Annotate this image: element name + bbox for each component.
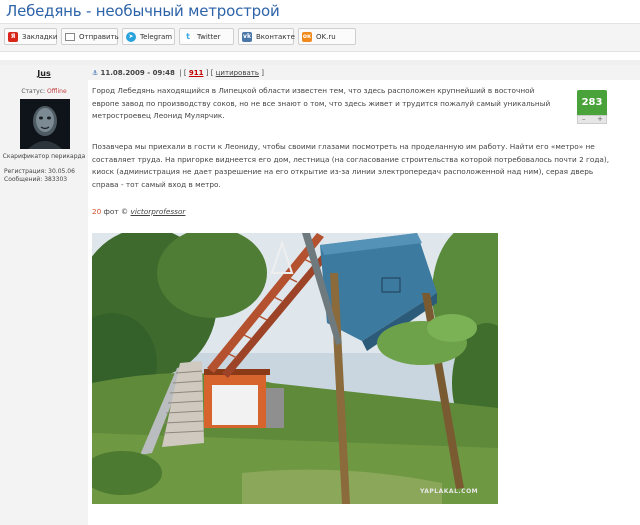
okru-button[interactable]: ок OK.ru — [298, 28, 356, 45]
rating-value: 283 — [577, 90, 607, 115]
photos-credit: 20 фот © victorprofessor — [92, 207, 185, 216]
status-value: Offline — [46, 88, 67, 95]
twitter-icon: t — [183, 32, 193, 42]
send-label: Отправить — [79, 33, 119, 41]
user-role: Скарификатор перикарда — [2, 153, 86, 160]
post-photo[interactable] — [92, 233, 498, 504]
watermark: YAPLAKAL.COM — [420, 488, 479, 495]
avatar-image — [20, 99, 70, 149]
yandex-bookmarks-icon: Я — [8, 32, 18, 42]
post-date: 11.08.2009 - 09:48 — [100, 69, 175, 77]
odnoklassniki-icon: ок — [302, 32, 312, 42]
rating-plus-button[interactable]: + — [597, 116, 603, 123]
rating-minus-button[interactable]: – — [582, 116, 586, 123]
vk-icon: vk — [242, 32, 252, 42]
rating-controls: – + — [577, 115, 607, 124]
status-label: Статус: — [21, 88, 46, 95]
post-paragraph-1: Город Лебедянь находящийся в Липецкой об… — [92, 86, 551, 120]
meta-separator: ] [ — [205, 69, 214, 77]
post-paragraph-2: Позавчера мы приехали в гости к Леониду,… — [92, 142, 610, 189]
share-bar: Я Закладки Отправить ➤ Telegram t Twitte… — [0, 23, 640, 52]
photos-count: 20 — [92, 207, 102, 216]
telegram-icon: ➤ — [126, 32, 136, 42]
meta-separator: ] — [261, 69, 264, 77]
anchor-icon[interactable]: ⚓ — [92, 69, 98, 77]
page-title: Лебедянь - необычный метрострой — [6, 2, 280, 20]
twitter-button[interactable]: t Twitter — [179, 28, 234, 45]
comments-count-link[interactable]: 911 — [189, 69, 204, 77]
envelope-icon — [65, 33, 75, 41]
user-status: Статус: Offline — [0, 88, 88, 95]
username-link[interactable]: Jus — [0, 69, 88, 78]
twitter-label: Twitter — [197, 33, 221, 41]
user-info: Регистрация: 30.05.06 Сообщений: 383303 — [4, 168, 75, 184]
quote-link[interactable]: цитировать — [216, 69, 259, 77]
telegram-label: Telegram — [140, 33, 173, 41]
page-header: Лебедянь - необычный метрострой — [0, 0, 640, 24]
vkontakte-label: Вконтакте — [256, 33, 295, 41]
avatar[interactable] — [20, 99, 70, 149]
message-count: Сообщений: 383303 — [4, 176, 68, 183]
post-meta: ⚓ 11.08.2009 - 09:48 | [ 911 ] [ цитиров… — [92, 69, 264, 77]
send-button[interactable]: Отправить — [61, 28, 119, 45]
meta-separator: | [ — [177, 69, 187, 77]
registration-date: Регистрация: 30.05.06 — [4, 168, 75, 175]
photo-illustration — [92, 233, 498, 504]
photo-author-link[interactable]: victorprofessor — [131, 207, 186, 216]
rating-widget: 283 – + — [577, 90, 607, 124]
telegram-button[interactable]: ➤ Telegram — [122, 28, 175, 45]
vkontakte-button[interactable]: vk Вконтакте — [238, 28, 295, 45]
bookmarks-label: Закладки — [22, 33, 58, 41]
okru-label: OK.ru — [316, 33, 336, 41]
bookmarks-button[interactable]: Я Закладки — [4, 28, 57, 45]
photos-word: фот © — [103, 207, 129, 216]
